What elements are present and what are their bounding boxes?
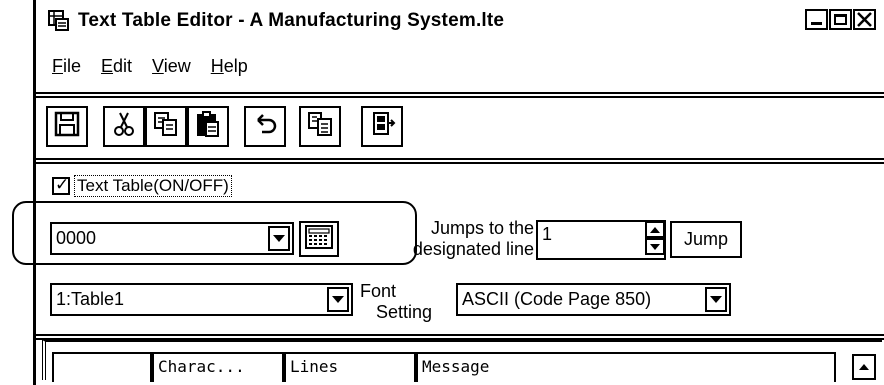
title-bar[interactable]: Text Table Editor - A Manufacturing Syst…: [36, 0, 884, 42]
arrow-up-icon: [859, 364, 869, 370]
menu-view[interactable]: View: [152, 56, 191, 77]
font-setting-dropdown[interactable]: ASCII (Code Page 850): [456, 283, 731, 316]
jump-button[interactable]: Jump: [670, 221, 742, 258]
save-icon: [53, 110, 81, 143]
undo-icon: [251, 110, 279, 143]
menu-edit[interactable]: Edit: [101, 56, 132, 77]
table-header-index[interactable]: [52, 352, 152, 382]
table-header-message[interactable]: Message: [416, 352, 836, 382]
cut-button[interactable]: [103, 106, 145, 147]
app-icon: [48, 10, 70, 32]
message-table: Charac... Lines Message: [42, 340, 882, 382]
text-table-checkbox-label: Text Table(ON/OFF): [74, 175, 232, 197]
chevron-down-icon: [332, 296, 344, 303]
table-select-dropdown-button[interactable]: [327, 287, 349, 312]
exit-button[interactable]: [361, 106, 403, 147]
close-button[interactable]: [853, 9, 876, 30]
line-number-dropdown-button[interactable]: [268, 226, 290, 251]
text-table-toggle[interactable]: Text Table(ON/OFF): [52, 175, 232, 197]
keypad-icon: [304, 224, 334, 255]
maximize-button[interactable]: [829, 9, 852, 30]
save-button[interactable]: [46, 106, 88, 147]
toolbar-separator: [36, 158, 884, 160]
keypad-button[interactable]: [299, 221, 339, 257]
paste-icon: [194, 110, 222, 143]
line-number-value: 0000: [56, 228, 97, 248]
menu-file[interactable]: File: [52, 56, 81, 77]
jump-spin-up[interactable]: [645, 221, 665, 238]
chevron-down-icon: [710, 296, 722, 303]
chevron-down-icon: [273, 235, 285, 242]
text-table-editor-window: Text Table Editor - A Manufacturing Syst…: [12, 0, 884, 385]
scrollbar-up-button[interactable]: [852, 354, 876, 380]
paste-button[interactable]: [187, 106, 229, 147]
jump-label: Jumps to the designated line: [412, 218, 534, 259]
cut-icon: [110, 110, 138, 143]
menu-help[interactable]: Help: [211, 56, 248, 77]
table-select-dropdown[interactable]: 1:Table1: [50, 283, 353, 316]
copy-button[interactable]: [145, 106, 187, 147]
copy-icon: [152, 110, 180, 143]
menu-bar: File Edit View Help: [36, 51, 252, 81]
font-setting-label: Font Setting: [360, 281, 433, 322]
import-icon: [306, 110, 334, 143]
undo-button[interactable]: [244, 106, 286, 147]
arrow-up-icon: [650, 226, 660, 233]
arrow-down-icon: [650, 243, 660, 250]
minimize-button[interactable]: [805, 9, 828, 30]
window-title: Text Table Editor - A Manufacturing Syst…: [78, 10, 505, 31]
jump-spin-down[interactable]: [645, 238, 665, 255]
line-number-dropdown[interactable]: 0000: [50, 222, 294, 255]
form-separator: [36, 334, 884, 336]
table-header-characters[interactable]: Charac...: [152, 352, 284, 382]
exit-icon: [368, 110, 396, 143]
text-table-checkbox[interactable]: [52, 175, 70, 195]
font-setting-dropdown-button[interactable]: [705, 287, 727, 312]
table-header-lines[interactable]: Lines: [284, 352, 416, 382]
menu-separator: [36, 92, 884, 94]
import-button[interactable]: [299, 106, 341, 147]
